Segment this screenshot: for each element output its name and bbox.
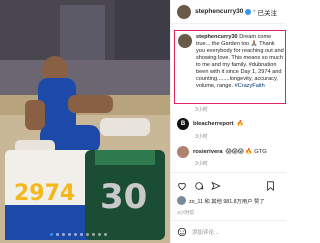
header-separator: •	[253, 8, 256, 15]
verified-badge-icon	[245, 8, 252, 15]
carousel-dot[interactable]	[56, 233, 59, 236]
post-photo-drawing: 2974 30	[0, 0, 170, 243]
comment-time: 3小时	[195, 161, 208, 167]
caption-text: stephencurry30 Dream come true... the Ga…	[196, 34, 285, 90]
carousel-dot[interactable]	[68, 233, 71, 236]
carousel-dot[interactable]	[50, 233, 53, 236]
comment-icon[interactable]	[194, 181, 204, 191]
caption-avatar[interactable]	[178, 34, 192, 48]
comment-username[interactable]: bleacherreport	[193, 121, 234, 127]
caption-body: Dream come true... the Garden too 🙏🏽 Tha…	[196, 34, 286, 89]
carousel-dot[interactable]	[74, 233, 77, 236]
author-avatar[interactable]	[177, 4, 191, 19]
heart-icon[interactable]	[177, 181, 187, 191]
likes-summary[interactable]: zo_11 和 其他 981.8万用户 赞了	[177, 196, 265, 205]
likes-text[interactable]: zo_11 和 其他 981.8万用户 赞了	[189, 197, 265, 205]
caption-highlight: stephencurry30 Dream come true... the Ga…	[174, 30, 286, 104]
carousel-dots[interactable]	[50, 233, 107, 236]
caption-hashtag[interactable]: #CrazyFaith	[235, 83, 265, 89]
comment-row: rosierivera 😱😱😱 🔥 GTG	[177, 146, 267, 158]
comment-avatar[interactable]	[177, 146, 189, 158]
carousel-dot[interactable]	[62, 233, 65, 236]
liker-avatar[interactable]	[177, 196, 186, 205]
carousel-dot[interactable]	[86, 233, 89, 236]
add-comment-input[interactable]: 添加评论...	[192, 228, 219, 236]
follow-status-button[interactable]: 已关注	[258, 7, 278, 17]
carousel-dot[interactable]	[104, 233, 107, 236]
share-icon[interactable]	[211, 181, 221, 191]
post-date: 3小时前	[177, 211, 195, 216]
post-photo[interactable]: 2974 30	[0, 0, 170, 243]
bookmark-icon[interactable]	[266, 181, 275, 191]
carousel-dot[interactable]	[80, 233, 83, 236]
jersey-number-right: 30	[100, 177, 147, 217]
comment-avatar[interactable]: B	[177, 118, 189, 130]
comment-text: 🔥	[236, 121, 244, 127]
comment-text: 😱😱😱 🔥 GTG	[225, 149, 267, 155]
comment-time: 3小时	[195, 134, 208, 140]
comment-row: B bleacherreport 🔥	[177, 118, 244, 130]
jersey-number-left: 2974	[14, 181, 75, 206]
add-comment-bar: 添加评论...	[171, 220, 286, 243]
carousel-dot[interactable]	[98, 233, 101, 236]
carousel-dot[interactable]	[92, 233, 95, 236]
post-header: stephencurry30 • 已关注	[171, 0, 285, 24]
post-side-panel: stephencurry30 • 已关注 stephencurry30 Drea…	[170, 0, 286, 243]
author-username[interactable]: stephencurry30	[195, 8, 243, 15]
caption-time: 3小时	[195, 107, 208, 113]
actions-divider	[171, 172, 286, 173]
caption-username[interactable]: stephencurry30	[196, 34, 238, 40]
comment-username[interactable]: rosierivera	[193, 149, 223, 155]
emoji-icon[interactable]	[177, 227, 187, 237]
post-actions	[177, 181, 282, 191]
